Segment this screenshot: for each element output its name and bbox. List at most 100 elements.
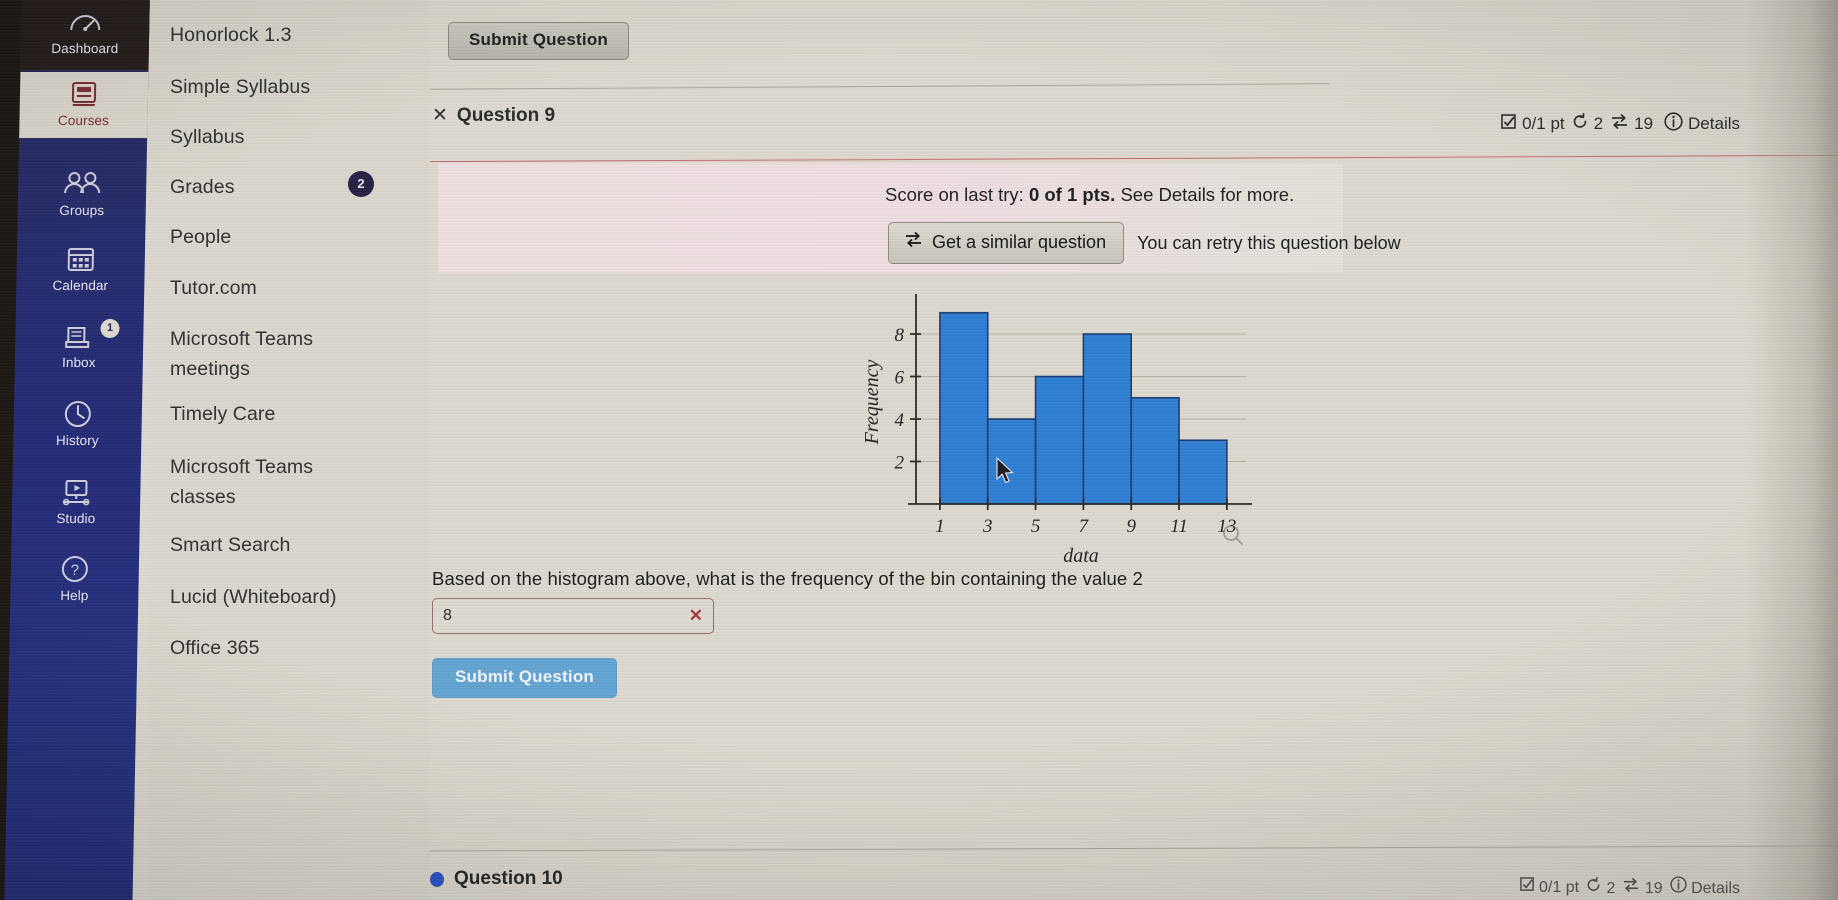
blue-dot-icon xyxy=(430,871,444,887)
next-versions-value: 19 xyxy=(1644,879,1663,897)
main-content: Submit Question ✕ Question 9 0/1 pt 2 19… xyxy=(410,0,1838,900)
next-attempts-value: 2 xyxy=(1606,879,1616,897)
question-meta: 0/1 pt 2 19 Details xyxy=(1501,112,1740,136)
points-badge: 0/1 pt xyxy=(1501,113,1565,135)
course-nav-item-simple-syllabus[interactable]: Simple Syllabus xyxy=(170,74,370,100)
next-question-title: Question 10 xyxy=(454,868,563,889)
get-similar-question-button[interactable]: Get a similar question xyxy=(888,222,1125,264)
histogram-bar xyxy=(1034,375,1085,505)
global-nav-item-inbox[interactable]: 1 Inbox xyxy=(15,319,144,370)
histogram-svg: 24681 3 5 7 9 11 13 Frequency data xyxy=(861,294,1252,567)
global-nav-label: Inbox xyxy=(61,355,96,370)
x-mark-icon: ✕ xyxy=(432,105,448,126)
global-nav-item-history[interactable]: History xyxy=(13,400,142,448)
answer-incorrect-icon: ✕ xyxy=(688,606,703,625)
next-attempts-badge: 2 xyxy=(1586,876,1616,898)
next-question-meta: 0/1 pt 2 19 Details xyxy=(1519,876,1740,898)
submit-question-button-bottom[interactable]: Submit Question xyxy=(432,658,617,698)
next-versions-badge: 19 xyxy=(1622,877,1663,898)
next-question-header[interactable]: Question 10 xyxy=(430,868,563,890)
clock-icon xyxy=(14,400,143,430)
checkbox-icon xyxy=(1501,113,1517,135)
course-nav-label: Office 365 xyxy=(170,637,260,659)
course-nav-item-smart-search[interactable]: Smart Search xyxy=(170,532,370,558)
course-nav-item-honorlock[interactable]: Honorlock 1.3 xyxy=(170,22,370,48)
x-tick-label: 11 xyxy=(1170,516,1188,537)
divider-below-question xyxy=(410,845,1838,852)
attempts-badge: 2 xyxy=(1572,112,1604,135)
info-icon xyxy=(1669,876,1691,897)
divider-red xyxy=(430,154,1838,163)
score-prefix: Score on last try: xyxy=(885,184,1029,205)
x-axis-label: data xyxy=(1063,545,1099,567)
histogram-bar xyxy=(1082,333,1133,505)
screenshot-root: Dashboard Courses Groups Calendar 1 Inbo… xyxy=(0,0,1838,900)
next-points-badge: 0/1 pt xyxy=(1519,877,1580,897)
inbox-icon: 1 xyxy=(15,319,144,352)
histogram-bar xyxy=(939,311,989,505)
global-navigation: Dashboard Courses Groups Calendar 1 Inbo… xyxy=(4,0,151,900)
retry-icon xyxy=(1586,876,1606,897)
help-icon: ? xyxy=(11,555,140,585)
question-header: ✕ Question 9 xyxy=(432,104,1332,127)
global-nav-item-calendar[interactable]: Calendar xyxy=(16,245,145,293)
chart-bars xyxy=(939,311,1228,505)
magnifier-icon[interactable] xyxy=(1222,524,1244,546)
course-nav-item-timely-care[interactable]: Timely Care xyxy=(170,401,370,427)
x-tick-label: 9 xyxy=(1126,516,1136,537)
course-nav-label: Grades xyxy=(170,176,235,198)
score-suffix: See Details for more. xyxy=(1115,184,1295,205)
course-nav-item-teams-classes[interactable]: Microsoft Teams classes xyxy=(170,452,370,512)
global-nav-item-courses[interactable]: Courses xyxy=(19,72,149,138)
checkbox-icon xyxy=(1519,877,1539,896)
calendar-icon xyxy=(17,245,146,275)
y-axis-label: Frequency xyxy=(861,359,883,445)
global-nav-label: Groups xyxy=(59,203,105,218)
shuffle-icon xyxy=(1622,877,1644,897)
course-nav-label: Timely Care xyxy=(170,403,276,425)
details-label: Details xyxy=(1688,114,1740,133)
submit-question-button-top[interactable]: Submit Question xyxy=(448,22,629,60)
page-title: Question 9 xyxy=(456,104,556,126)
global-nav-item-dashboard[interactable]: Dashboard xyxy=(21,8,150,56)
versions-value: 19 xyxy=(1634,114,1654,133)
next-details-link[interactable]: Details xyxy=(1669,876,1740,898)
score-message: Score on last try: 0 of 1 pts. See Detai… xyxy=(885,184,1294,206)
course-nav-item-tutor[interactable]: Tutor.com xyxy=(170,275,370,301)
shuffle-icon xyxy=(1610,113,1629,135)
course-nav-item-teams-meetings[interactable]: Microsoft Teams meetings xyxy=(170,324,370,384)
next-points-value: 0/1 pt xyxy=(1539,879,1580,896)
histogram-figure: 2 4 6 8 1 3 5 7 9 11 13 Frequency data xyxy=(848,282,1278,567)
histogram-bar xyxy=(1178,439,1228,505)
global-nav-item-groups[interactable]: Groups xyxy=(18,170,147,218)
global-nav-item-studio[interactable]: Studio xyxy=(12,478,141,526)
answer-input[interactable]: 8 xyxy=(443,607,689,625)
course-nav-item-office365[interactable]: Office 365 xyxy=(170,635,370,661)
global-nav-label: Help xyxy=(60,588,89,603)
course-nav-item-grades[interactable]: Grades 2 xyxy=(170,171,374,200)
inbox-unread-badge: 1 xyxy=(100,319,120,338)
y-tick-label: 8 xyxy=(895,325,905,346)
groups-icon xyxy=(18,170,147,200)
divider-above-question xyxy=(430,83,1330,90)
details-link[interactable]: Details xyxy=(1664,112,1740,136)
global-nav-label: Studio xyxy=(56,511,96,526)
attempts-value: 2 xyxy=(1593,114,1604,133)
course-nav-label: People xyxy=(170,226,232,248)
courses-icon xyxy=(20,80,149,110)
course-nav-label: Syllabus xyxy=(170,126,245,148)
get-similar-question-label: Get a similar question xyxy=(932,231,1107,252)
studio-icon xyxy=(12,478,141,508)
svg-text:?: ? xyxy=(70,562,79,579)
global-nav-label: Dashboard xyxy=(51,41,119,56)
versions-badge: 19 xyxy=(1610,113,1653,135)
course-nav-label: Simple Syllabus xyxy=(170,76,311,98)
global-nav-item-help[interactable]: ? Help xyxy=(10,555,139,603)
y-tick-label: 2 xyxy=(895,453,905,474)
shuffle-icon xyxy=(904,231,923,253)
course-nav-item-people[interactable]: People xyxy=(170,224,370,250)
answer-input-wrapper[interactable]: 8 ✕ xyxy=(432,598,714,634)
course-nav-item-syllabus[interactable]: Syllabus xyxy=(170,124,370,150)
histogram-bar xyxy=(1130,396,1180,505)
course-nav-item-lucid[interactable]: Lucid (Whiteboard) xyxy=(170,584,370,610)
